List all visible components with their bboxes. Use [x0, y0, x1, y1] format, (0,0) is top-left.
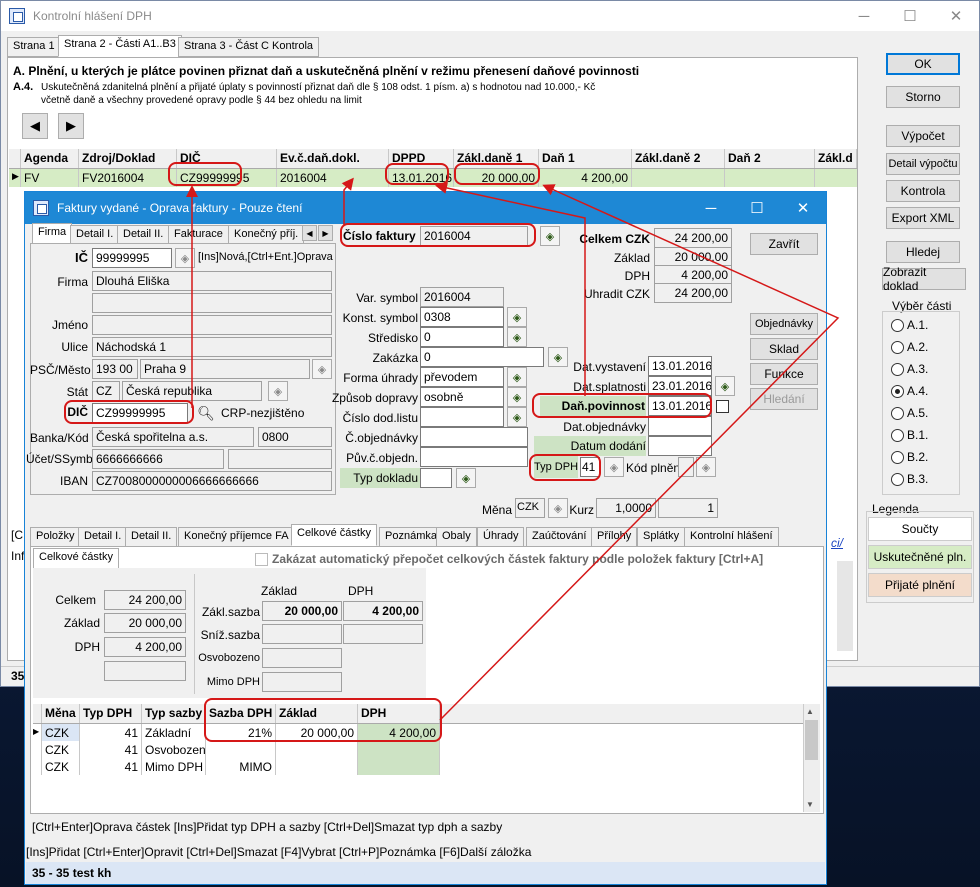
annotation-arrows	[186, 177, 840, 721]
